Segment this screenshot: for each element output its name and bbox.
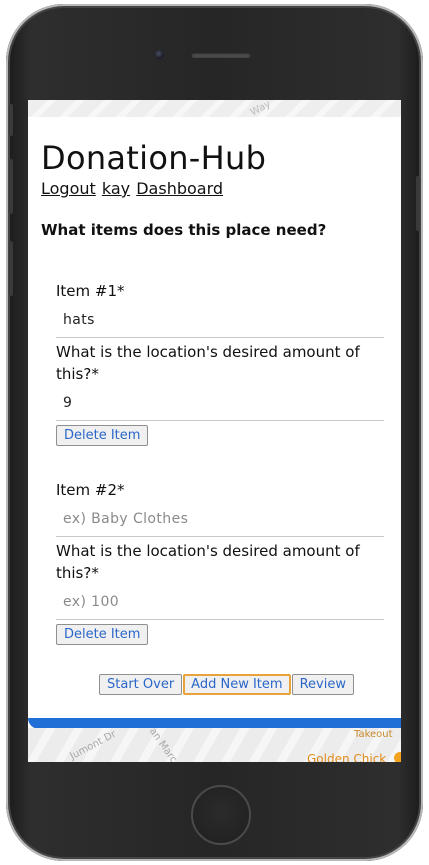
front-camera-icon <box>155 50 164 59</box>
delete-item-button[interactable]: Delete Item <box>56 624 149 645</box>
map-place-tag: Takeout <box>354 729 393 740</box>
item-block-2: Item #2* What is the location's desired … <box>56 479 384 645</box>
amount-input[interactable] <box>56 385 384 421</box>
earpiece-speaker <box>191 52 251 58</box>
amount-label: What is the location's desired amount of… <box>56 542 360 582</box>
map-pin-icon <box>394 752 401 762</box>
form-actions: Start Over Add New Item Review <box>99 674 354 695</box>
item-name-label: Item #2* <box>56 481 125 499</box>
logout-link[interactable]: Logout <box>41 179 96 198</box>
delete-item-button[interactable]: Delete Item <box>56 425 149 446</box>
item-name-label: Item #1* <box>56 282 125 300</box>
volume-up-button <box>9 159 13 214</box>
item-name-input[interactable] <box>56 501 384 537</box>
amount-label: What is the location's desired amount of… <box>56 343 360 383</box>
add-new-item-button[interactable]: Add New Item <box>183 674 291 695</box>
item-block-1: Item #1* What is the location's desired … <box>56 280 384 446</box>
item-name-input[interactable] <box>56 302 384 338</box>
home-button[interactable] <box>191 785 251 845</box>
form-question: What items does this place need? <box>41 221 327 239</box>
dashboard-link[interactable]: Dashboard <box>136 179 223 198</box>
top-nav: Logout kay Dashboard <box>41 179 224 198</box>
review-button[interactable]: Review <box>291 674 354 695</box>
volume-down-button <box>9 241 13 296</box>
mute-switch <box>9 104 13 136</box>
user-link[interactable]: kay <box>102 179 130 198</box>
map-background-top <box>28 100 401 117</box>
start-over-button[interactable]: Start Over <box>99 674 183 695</box>
map-place-name: Golden Chick <box>307 752 387 762</box>
page-title: Donation-Hub <box>41 139 267 177</box>
power-button <box>416 176 420 231</box>
phone-screen: Way Donation-Hub Logout kay Dashboard Wh… <box>28 100 401 762</box>
amount-input[interactable] <box>56 584 384 620</box>
